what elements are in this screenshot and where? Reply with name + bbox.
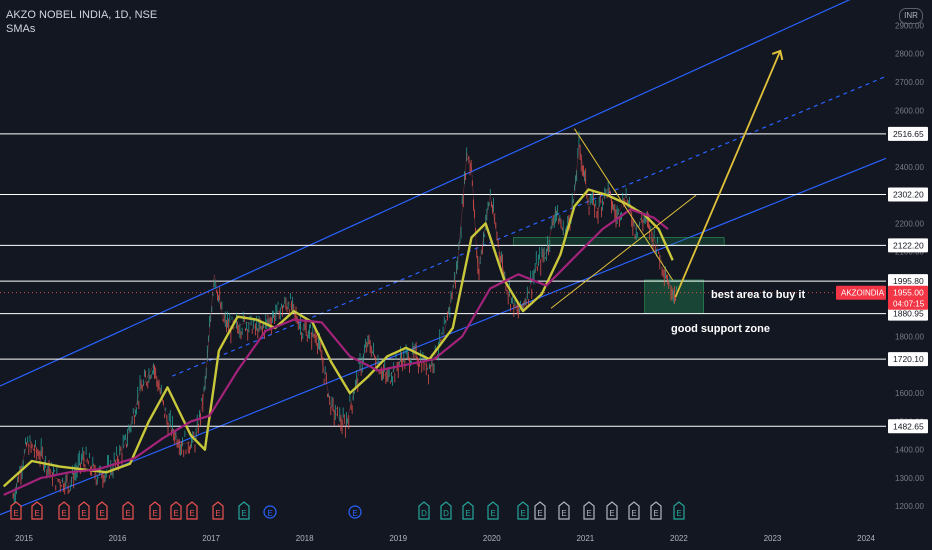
level-price-label: 1482.65 [893,421,924,431]
y-tick-label: 1300.00 [895,474,924,483]
level-price-label: 2516.65 [893,129,924,139]
event-marker-label: E [34,509,39,518]
event-marker-label: E [537,509,542,518]
x-tick-label: 2020 [483,534,501,543]
channel-line-2 [171,75,887,377]
event-marker-label: E [61,509,66,518]
x-tick-label: 2023 [764,534,782,543]
event-marker-label: E [586,509,591,518]
event-marker-label: E [81,509,86,518]
x-tick-label: 2022 [670,534,688,543]
currency-badge[interactable]: INR [899,8,923,24]
event-marker-label: D [443,509,449,518]
y-tick-label: 2200.00 [895,219,924,228]
time-axis-bg [0,526,932,550]
event-marker-label: E [465,509,470,518]
axes [0,0,932,550]
event-marker-label: E [631,509,636,518]
x-tick-label: 2021 [576,534,594,543]
event-marker-label: E [352,509,357,518]
y-tick-label: 2800.00 [895,50,924,59]
event-marker-label: E [267,509,272,518]
event-marker-label: E [215,509,220,518]
x-tick-label: 2015 [15,534,33,543]
level-price-label: 1720.10 [893,354,924,364]
event-marker-label: E [173,509,178,518]
price-series [12,131,678,503]
event-marker-label: E [13,509,18,518]
event-marker-label: D [421,509,427,518]
event-marker-label: E [189,509,194,518]
sma-slow-line [3,208,669,496]
event-marker-label: E [241,509,246,518]
indicator-label[interactable]: SMAs [6,22,157,36]
projection-arrow-shaft [674,50,782,298]
level-price-label: 2302.20 [893,190,924,200]
event-marker-label: E [152,509,157,518]
y-tick-label: 2700.00 [895,78,924,87]
event-marker-label: E [99,509,104,518]
y-tick-label: 2600.00 [895,106,924,115]
x-tick-label: 2017 [202,534,220,543]
level-price-label: 1880.95 [893,309,924,319]
event-marker-label: E [490,509,495,518]
resistance-zone-box [513,237,725,246]
level-price-label: 2122.20 [893,240,924,250]
y-tick-label: 2400.00 [895,163,924,172]
event-marker-label: E [609,509,614,518]
zones [513,237,725,314]
y-tick-label: 1800.00 [895,333,924,342]
price-line [12,144,678,498]
y-tick-label: 1200.00 [895,502,924,511]
last-price-label: 1955.00 [893,288,924,298]
event-marker-label: E [653,509,658,518]
horizontal-levels [0,133,886,427]
support-zone-annotation: good support zone [671,323,770,335]
chart-header: AKZO NOBEL INDIA, 1D, NSE SMAs [6,8,157,36]
symbol-title[interactable]: AKZO NOBEL INDIA, 1D, NSE [6,8,157,22]
price-chart[interactable]: EEEEEEEEEEEEEDDEEEEEEEEEE 2900.002800.00… [0,0,932,550]
y-tick-label: 1600.00 [895,389,924,398]
triangle-upper-line [574,128,674,281]
countdown-label: 04:07:15 [893,300,925,309]
channel-lines [0,0,887,516]
event-markers: EEEEEEEEEEEEEDDEEEEEEEEEE [10,501,685,520]
event-marker-label: E [520,509,525,518]
x-tick-label: 2018 [296,534,314,543]
sma-series [2,188,674,496]
x-tick-label: 2019 [389,534,407,543]
event-marker-label: E [561,509,566,518]
symbol-tag-label: AKZOINDIA [841,289,885,298]
event-marker-label: E [676,509,681,518]
sma-fast-line [2,188,674,488]
axis-labels: 2900.002800.002700.002600.002400.002300.… [15,21,928,543]
level-price-label: 1995.80 [893,276,924,286]
buy-area-annotation: best area to buy it [711,289,805,301]
x-tick-label: 2016 [109,534,127,543]
channel-line-1 [0,157,887,516]
y-tick-label: 1400.00 [895,446,924,455]
x-tick-label: 2024 [857,534,875,543]
event-marker-label: E [125,509,130,518]
